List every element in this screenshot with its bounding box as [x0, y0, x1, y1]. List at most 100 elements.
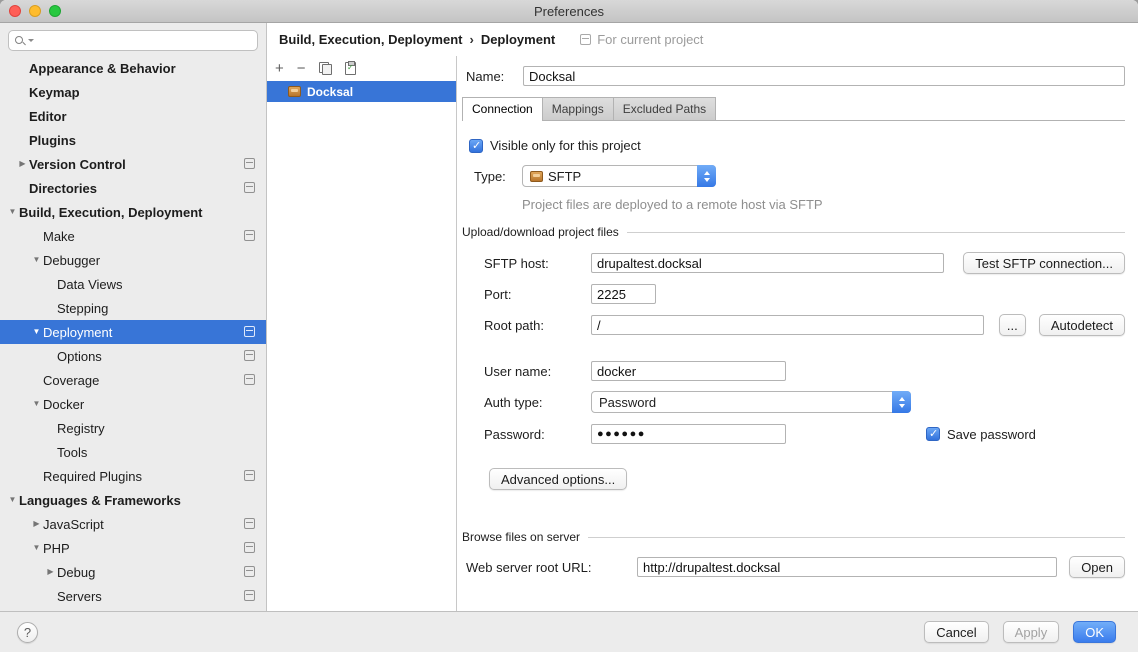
- help-button[interactable]: ?: [17, 622, 38, 643]
- sidebar-item-appearance-behavior[interactable]: Appearance & Behavior: [0, 56, 266, 80]
- tab-excluded-paths[interactable]: Excluded Paths: [614, 97, 716, 120]
- chevron-right-icon[interactable]: [16, 152, 29, 176]
- chevron-right-icon[interactable]: [30, 512, 43, 536]
- auth-type-dropdown[interactable]: Password: [591, 391, 911, 413]
- port-input[interactable]: [591, 284, 656, 304]
- password-input[interactable]: [591, 424, 786, 444]
- search-icon[interactable]: [14, 35, 26, 47]
- web-root-input[interactable]: [637, 557, 1057, 577]
- chevron-down-icon[interactable]: [6, 200, 19, 224]
- project-settings-icon: [244, 542, 255, 553]
- autodetect-button[interactable]: Autodetect: [1039, 314, 1125, 336]
- sidebar-item-label: Required Plugins: [43, 469, 142, 484]
- root-path-input[interactable]: [591, 315, 984, 335]
- sidebar-item-label: Deployment: [43, 325, 112, 340]
- advanced-options-button[interactable]: Advanced options...: [489, 468, 627, 490]
- sidebar-item-stepping[interactable]: Stepping: [0, 296, 266, 320]
- sidebar-item-keymap[interactable]: Keymap: [0, 80, 266, 104]
- chevron-down-icon[interactable]: [28, 39, 34, 42]
- search-input[interactable]: [36, 34, 252, 48]
- sidebar-item-label: PHP: [43, 541, 70, 556]
- upload-section-title: Upload/download project files: [462, 225, 619, 239]
- search-field[interactable]: [8, 30, 258, 51]
- sidebar-item-debug[interactable]: Debug: [0, 560, 266, 584]
- sidebar-item-debugger[interactable]: Debugger: [0, 248, 266, 272]
- sidebar-item-label: Build, Execution, Deployment: [19, 205, 202, 220]
- sidebar-item-make[interactable]: Make: [0, 224, 266, 248]
- sidebar-item-languages-frameworks[interactable]: Languages & Frameworks: [0, 488, 266, 512]
- sidebar-item-javascript[interactable]: JavaScript: [0, 512, 266, 536]
- sidebar-item-label: Plugins: [29, 133, 76, 148]
- open-url-button[interactable]: Open: [1069, 556, 1125, 578]
- chevron-down-icon[interactable]: [30, 536, 43, 560]
- chevron-right-icon[interactable]: [44, 560, 57, 584]
- remove-server-button[interactable]: [297, 61, 306, 76]
- breadcrumb-item[interactable]: Build, Execution, Deployment: [279, 32, 462, 47]
- test-sftp-connection-button[interactable]: Test SFTP connection...: [963, 252, 1125, 274]
- dialog-footer: ? Cancel Apply OK: [0, 611, 1138, 652]
- auth-type-value: Password: [599, 395, 656, 410]
- zoom-button[interactable]: [49, 5, 61, 17]
- password-label: Password:: [484, 427, 591, 442]
- dropdown-stepper-icon: [697, 165, 716, 187]
- sidebar-item-label: Editor: [29, 109, 67, 124]
- sidebar-item-deployment[interactable]: Deployment: [0, 320, 266, 344]
- save-password-checkbox[interactable]: [926, 427, 940, 441]
- sidebar-item-coverage[interactable]: Coverage: [0, 368, 266, 392]
- sidebar-item-version-control[interactable]: Version Control: [0, 152, 266, 176]
- close-button[interactable]: [9, 5, 21, 17]
- name-input[interactable]: [523, 66, 1125, 86]
- chevron-down-icon[interactable]: [30, 248, 43, 272]
- browse-root-path-button[interactable]: ...: [999, 314, 1026, 336]
- sidebar-item-build-execution-deployment[interactable]: Build, Execution, Deployment: [0, 200, 266, 224]
- breadcrumb-item[interactable]: Deployment: [481, 32, 555, 47]
- upload-section-header: Upload/download project files: [462, 225, 1125, 239]
- user-name-input[interactable]: [591, 361, 786, 381]
- add-server-button[interactable]: [275, 61, 284, 76]
- sidebar-item-label: Directories: [29, 181, 97, 196]
- apply-button[interactable]: Apply: [1003, 621, 1060, 643]
- web-root-label: Web server root URL:: [466, 560, 637, 575]
- server-item-label: Docksal: [307, 85, 353, 99]
- sidebar-item-plugins[interactable]: Plugins: [0, 128, 266, 152]
- sidebar-item-registry[interactable]: Registry: [0, 416, 266, 440]
- paste-server-button[interactable]: [345, 62, 356, 75]
- sidebar-item-php[interactable]: PHP: [0, 536, 266, 560]
- sidebar-item-editor[interactable]: Editor: [0, 104, 266, 128]
- sftp-host-label: SFTP host:: [484, 256, 591, 271]
- type-label: Type:: [474, 169, 522, 184]
- sidebar-item-options[interactable]: Options: [0, 344, 266, 368]
- chevron-down-icon[interactable]: [6, 488, 19, 512]
- for-current-project-indicator: For current project: [580, 32, 703, 47]
- save-password-label[interactable]: Save password: [947, 427, 1036, 442]
- sidebar-item-tools[interactable]: Tools: [0, 440, 266, 464]
- cancel-button[interactable]: Cancel: [924, 621, 988, 643]
- name-label: Name:: [466, 69, 523, 84]
- visible-only-checkbox[interactable]: [469, 139, 483, 153]
- sidebar-item-servers[interactable]: Servers: [0, 584, 266, 608]
- chevron-down-icon[interactable]: [30, 392, 43, 416]
- tab-mappings[interactable]: Mappings: [543, 97, 614, 120]
- tab-connection[interactable]: Connection: [462, 97, 543, 121]
- dropdown-stepper-icon: [892, 391, 911, 413]
- type-dropdown[interactable]: SFTP: [522, 165, 716, 187]
- sidebar-item-required-plugins[interactable]: Required Plugins: [0, 464, 266, 488]
- minimize-button[interactable]: [29, 5, 41, 17]
- sidebar-item-docker[interactable]: Docker: [0, 392, 266, 416]
- sidebar-item-directories[interactable]: Directories: [0, 176, 266, 200]
- copy-server-button[interactable]: [319, 62, 332, 75]
- sidebar-item-data-views[interactable]: Data Views: [0, 272, 266, 296]
- breadcrumb: Build, Execution, Deployment › Deploymen…: [267, 23, 1138, 56]
- sftp-host-input[interactable]: [591, 253, 944, 273]
- server-list-item-docksal[interactable]: Docksal: [267, 81, 456, 102]
- browse-section-header: Browse files on server: [462, 530, 1125, 544]
- visible-only-label[interactable]: Visible only for this project: [490, 138, 641, 153]
- sidebar-item-label: Docker: [43, 397, 84, 412]
- browse-section-title: Browse files on server: [462, 530, 580, 544]
- ok-button[interactable]: OK: [1073, 621, 1116, 643]
- sidebar-item-label: Stepping: [57, 301, 108, 316]
- chevron-down-icon[interactable]: [30, 320, 43, 344]
- section-divider: [588, 537, 1125, 538]
- server-list-toolbar: [267, 56, 456, 81]
- user-name-label: User name:: [484, 364, 591, 379]
